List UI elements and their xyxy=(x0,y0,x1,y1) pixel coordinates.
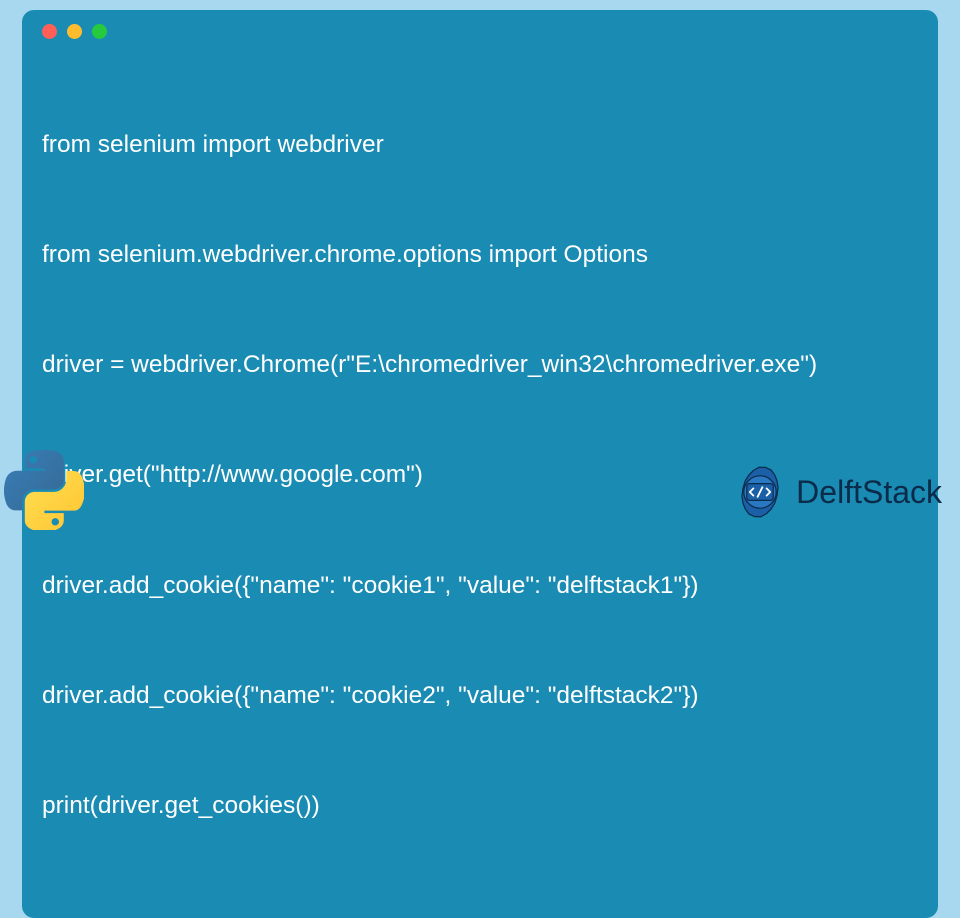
code-line: driver.add_cookie({"name": "cookie1", "v… xyxy=(42,568,918,605)
window-controls xyxy=(42,24,918,39)
python-logo-icon xyxy=(4,450,84,530)
brand-name: DelftStack xyxy=(796,474,942,511)
maximize-icon xyxy=(92,24,107,39)
code-line: driver = webdriver.Chrome(r"E:\chromedri… xyxy=(42,347,918,384)
code-line: print(driver.get_cookies()) xyxy=(42,788,918,825)
delftstack-logo-icon xyxy=(730,462,790,522)
code-line: from selenium.webdriver.chrome.options i… xyxy=(42,237,918,274)
close-icon xyxy=(42,24,57,39)
brand: DelftStack xyxy=(730,462,942,522)
code-line: from selenium import webdriver xyxy=(42,127,918,164)
code-line: driver.add_cookie({"name": "cookie2", "v… xyxy=(42,678,918,715)
minimize-icon xyxy=(67,24,82,39)
